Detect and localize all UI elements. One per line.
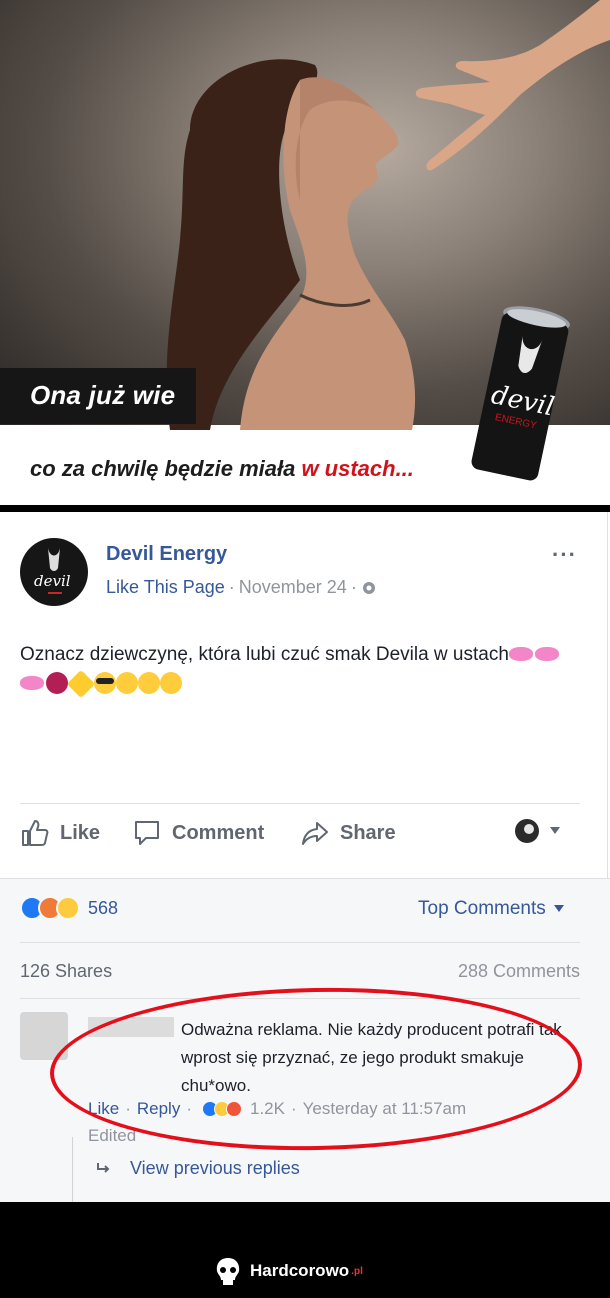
- page-avatar[interactable]: devil: [20, 538, 88, 606]
- commenter-avatar[interactable]: [20, 1012, 68, 1060]
- share-label: Share: [340, 821, 396, 844]
- kiss-emoji-icon: [534, 647, 559, 661]
- ad-subline-text: co za chwilę będzie miała: [30, 456, 302, 481]
- divider: [20, 998, 580, 999]
- devil-emoji-icon: [46, 672, 68, 694]
- comment-like-link[interactable]: Like: [88, 1099, 119, 1119]
- comment-reaction-count: 1.2K: [250, 1099, 285, 1118]
- energy-can: devil ENERGY: [471, 306, 570, 481]
- top-comments-label: Top Comments: [418, 898, 546, 919]
- more-options-button[interactable]: ···: [552, 542, 577, 568]
- top-comments-dropdown[interactable]: Top Comments: [418, 898, 564, 920]
- divider: [0, 878, 610, 879]
- caret-down-icon: [550, 827, 560, 834]
- share-icon: [302, 822, 328, 845]
- haha-reaction-icon: [56, 896, 80, 920]
- post-text-body: Oznacz dziewczynę, która lubi czuć smak …: [20, 644, 509, 665]
- like-label: Like: [60, 821, 101, 844]
- reply-arrow-icon: [97, 1162, 110, 1173]
- angry-reaction-icon: [226, 1101, 242, 1117]
- post-date[interactable]: November 24: [239, 577, 347, 598]
- thumbs-up-icon: [22, 820, 49, 846]
- page-name-link[interactable]: Devil Energy: [106, 543, 227, 566]
- gear-icon[interactable]: [361, 580, 377, 596]
- post-meta: Like This Page · November 24 ·: [106, 577, 377, 598]
- site-watermark: Hardcorowo .pl: [214, 1256, 363, 1286]
- sun-emoji-icon: [66, 669, 96, 699]
- shares-count[interactable]: 126 Shares: [20, 961, 112, 982]
- reply-thread-line: [72, 1137, 73, 1202]
- reaction-count: 568: [88, 897, 119, 918]
- svg-text:devil: devil: [34, 572, 71, 590]
- ad-subline: co za chwilę będzie miała w ustach...: [30, 456, 414, 482]
- post-actions: Like Comment Share: [20, 818, 580, 858]
- view-replies-label: View previous replies: [130, 1158, 300, 1178]
- smile-emoji-icon: [138, 672, 160, 694]
- smile-emoji-icon: [160, 672, 182, 694]
- view-previous-replies-link[interactable]: View previous replies: [96, 1158, 300, 1179]
- reaction-summary[interactable]: 568: [20, 896, 118, 920]
- advert-image: Ona już wie co za chwilę będzie miała w …: [0, 0, 610, 505]
- brand-name: Hardcorowo: [250, 1261, 350, 1280]
- ad-headline: Ona już wie: [30, 380, 176, 410]
- hand-illustration: [415, 0, 610, 171]
- sunglasses-emoji-icon: [94, 672, 116, 694]
- divider: [20, 803, 580, 804]
- meta-separator: ·: [186, 1099, 192, 1118]
- comment-text: Odważna reklama. Nie każdy producent pot…: [88, 1016, 568, 1100]
- like-button[interactable]: Like: [20, 818, 100, 848]
- comment-label: Comment: [172, 821, 265, 844]
- kiss-emoji-icon: [508, 647, 533, 661]
- post-as-selector[interactable]: [514, 818, 560, 844]
- post-text: Oznacz dziewczynę, która lubi czuć smak …: [20, 640, 580, 699]
- kiss-emoji-icon: [20, 676, 44, 690]
- meta-separator: ·: [350, 577, 357, 597]
- ad-subline-red: w ustach...: [301, 456, 414, 481]
- comment-time[interactable]: Yesterday at 11:57am: [303, 1099, 467, 1119]
- brand-tld: .pl: [351, 1265, 363, 1277]
- skull-icon: [216, 1258, 240, 1285]
- edited-label: Edited: [88, 1126, 137, 1145]
- meta-separator: ·: [125, 1099, 131, 1118]
- devil-logo-icon: devil: [34, 548, 71, 594]
- meta-separator: ·: [290, 1099, 297, 1118]
- facebook-post: devil Devil Energy Like This Page · Nove…: [0, 512, 610, 1202]
- caret-down-icon: [553, 905, 564, 912]
- comment-icon: [135, 821, 159, 845]
- comment-body: Odważna reklama. Nie każdy producent pot…: [181, 1020, 562, 1095]
- profile-avatar-icon: [515, 819, 539, 843]
- meta-separator: ·: [228, 577, 235, 597]
- comment-reply-link[interactable]: Reply: [137, 1099, 180, 1119]
- like-page-link[interactable]: Like This Page: [106, 577, 225, 598]
- comment-reactions[interactable]: [202, 1101, 242, 1117]
- share-button[interactable]: Share: [300, 818, 396, 848]
- divider: [20, 942, 580, 943]
- tongue-emoji-icon: [116, 672, 138, 694]
- comments-count[interactable]: 288 Comments: [458, 961, 580, 982]
- comment-meta: Like · Reply · 1.2K · Yesterday at 11:57…: [88, 1099, 466, 1119]
- comment-button[interactable]: Comment: [132, 818, 264, 848]
